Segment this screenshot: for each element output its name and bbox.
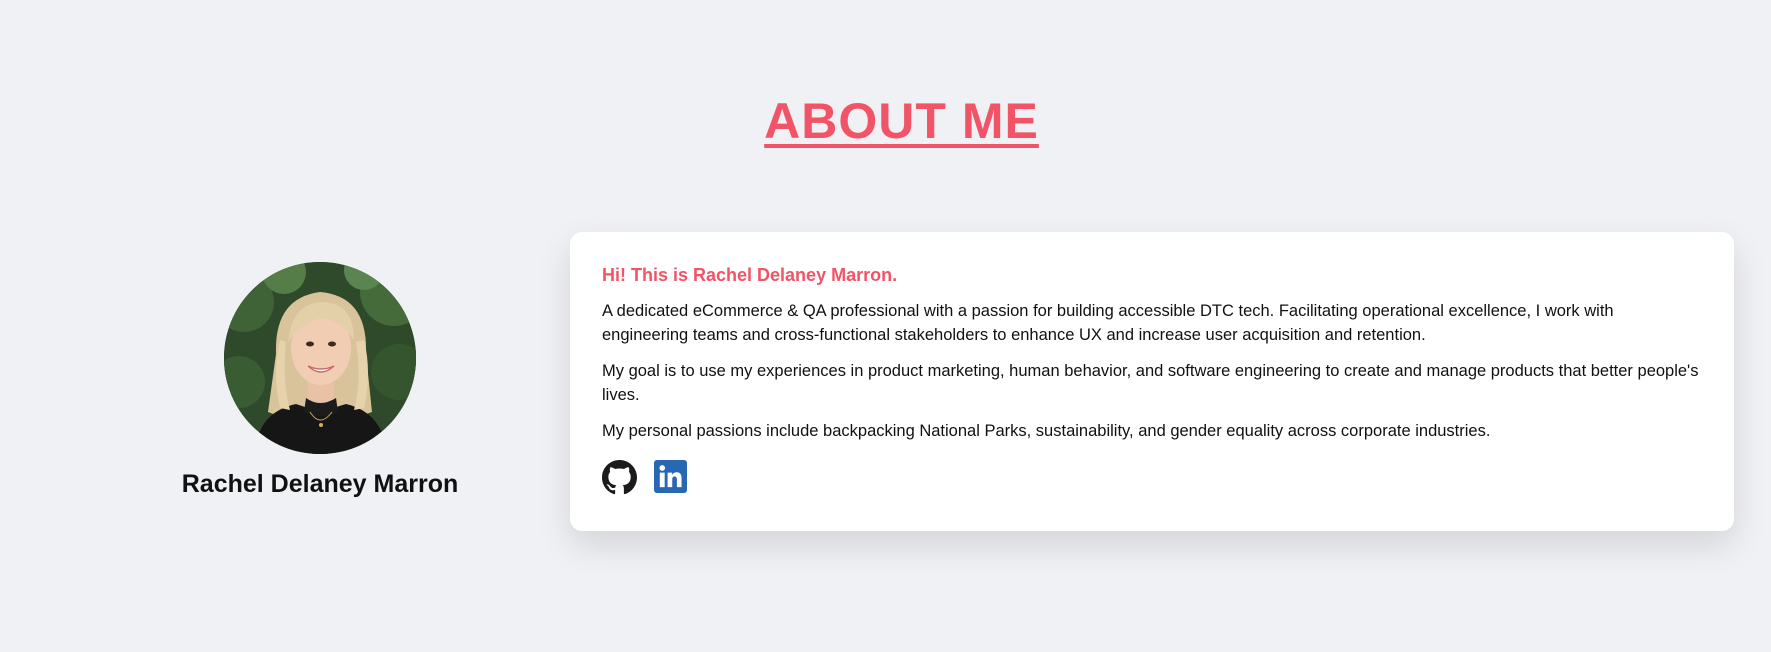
bio-paragraph: A dedicated eCommerce & QA professional …	[602, 302, 1614, 344]
greeting: Hi! This is Rachel Delaney Marron.	[602, 265, 898, 285]
linkedin-icon	[654, 460, 687, 493]
avatar	[224, 262, 416, 454]
profile-name: Rachel Delaney Marron	[181, 470, 459, 498]
bio-paragraph: My goal is to use my experiences in prod…	[602, 362, 1699, 404]
linkedin-link[interactable]	[654, 460, 689, 495]
about-card: Hi! This is Rachel Delaney Marron. A ded…	[570, 232, 1734, 531]
social-links	[602, 460, 1702, 495]
profile: Rachel Delaney Marron	[120, 262, 520, 499]
profile-photo	[224, 262, 416, 454]
section-title: ABOUT ME	[764, 93, 1039, 149]
github-link[interactable]	[602, 460, 637, 495]
github-icon	[602, 460, 637, 495]
bio-paragraph: My personal passions include backpacking…	[602, 422, 1491, 440]
